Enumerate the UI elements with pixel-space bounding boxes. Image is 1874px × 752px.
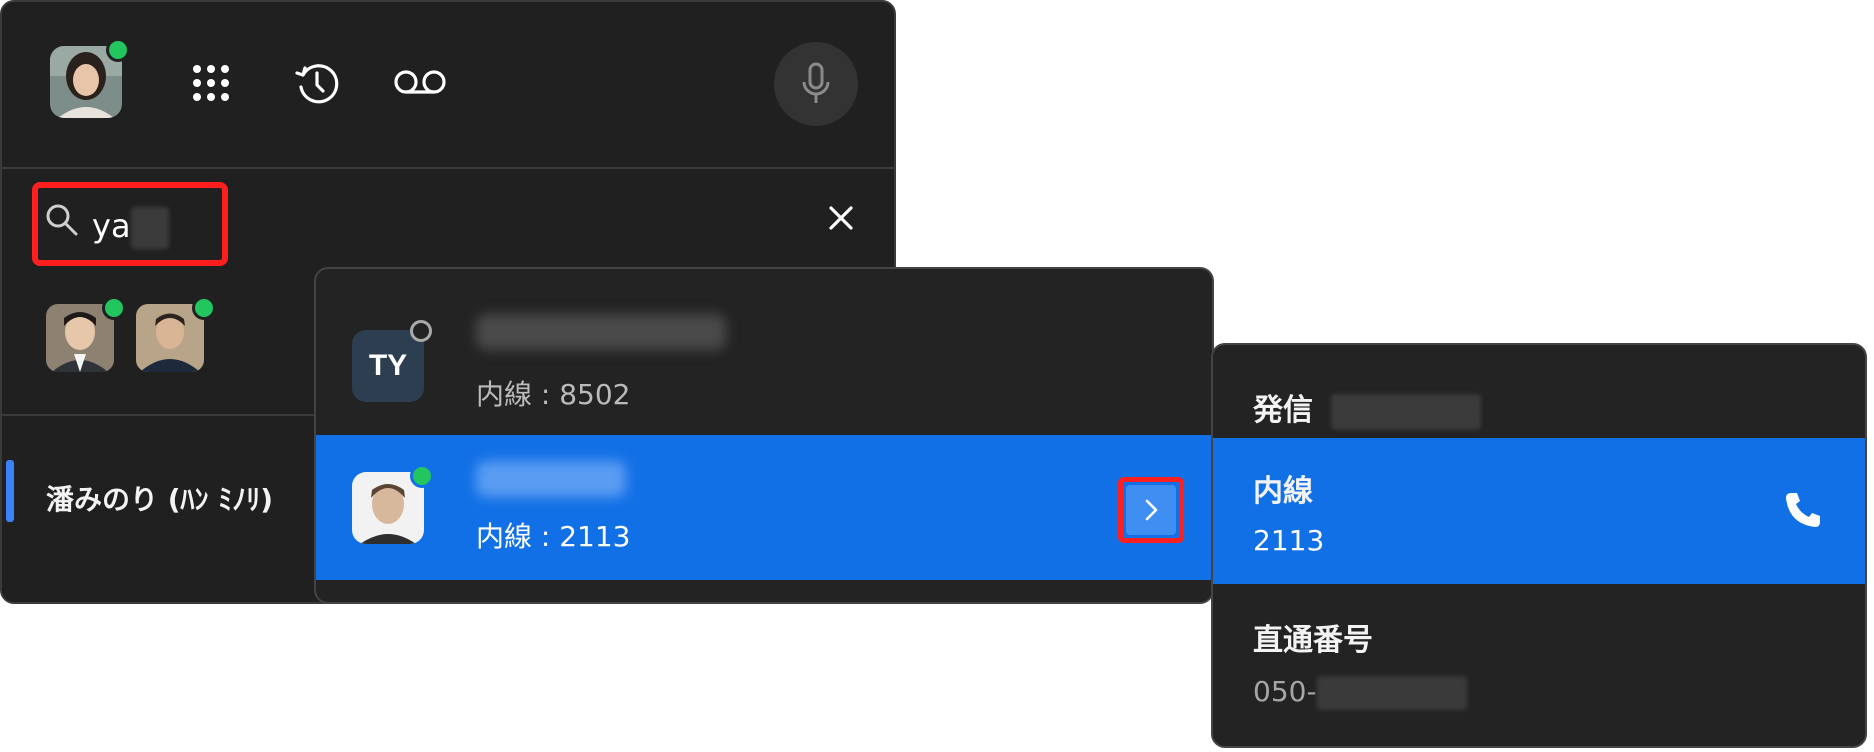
search-query-blurred (130, 207, 169, 249)
extension-option-label: 内線 (1253, 474, 1313, 509)
search-icon (46, 204, 78, 236)
chevron-right-icon (1145, 499, 1158, 521)
direct-number-prefix: 050- (1253, 675, 1317, 708)
suggested-contact-presence-dot (102, 296, 126, 320)
search-result-item[interactable]: TY 内線 : 8502 (316, 269, 1212, 414)
call-panel-title: 発信 (1253, 385, 1482, 430)
search-result-item-selected[interactable]: 内線 : 2113 (316, 435, 1212, 580)
call-options-panel: 発信 内線 2113 直通番号 050- (1211, 343, 1867, 748)
offline-status-icon (410, 320, 432, 342)
extension-label: 内線 : 2113 (476, 520, 631, 553)
call-target-name-blurred (1331, 393, 1482, 430)
dialpad-button[interactable] (188, 60, 234, 106)
contact-name-blurred (476, 314, 726, 350)
details-button[interactable] (1126, 485, 1176, 535)
search-results-dropdown: TY 内線 : 8502 内線 : 2113 (314, 267, 1214, 604)
direct-number-blurred (1316, 676, 1467, 710)
call-option-extension[interactable]: 内線 2113 (1213, 438, 1865, 584)
voicemail-icon (394, 70, 446, 94)
initials-avatar: TY (352, 330, 424, 402)
microphone-icon (802, 62, 830, 103)
close-icon[interactable] (827, 204, 855, 232)
avatar-initials: TY (368, 349, 408, 382)
self-presence-dot (106, 38, 130, 62)
direct-number-label: 直通番号 (1253, 623, 1373, 658)
direct-number-value: 050- (1253, 675, 1467, 710)
suggested-contact-presence-dot (192, 296, 216, 320)
phone-icon[interactable] (1783, 490, 1823, 530)
current-contact-name[interactable]: 潘みのり (ﾊﾝ ﾐﾉﾘ) (46, 478, 273, 518)
selection-accent-bar (6, 460, 14, 522)
contact-name-blurred (476, 461, 626, 497)
microphone-button[interactable] (774, 42, 858, 126)
search-query: ya (92, 207, 131, 245)
extension-label: 内線 : 8502 (476, 378, 631, 411)
history-button[interactable] (292, 58, 342, 108)
call-title-text: 発信 (1253, 393, 1313, 428)
call-option-direct-number[interactable]: 直通番号 050- (1213, 585, 1865, 746)
dialpad-icon (193, 65, 229, 101)
extension-option-value: 2113 (1253, 524, 1325, 557)
history-icon (295, 64, 339, 104)
top-toolbar (2, 2, 894, 169)
search-input[interactable]: ya (92, 207, 169, 249)
contact-presence-dot (410, 464, 434, 488)
voicemail-button[interactable] (392, 64, 448, 100)
